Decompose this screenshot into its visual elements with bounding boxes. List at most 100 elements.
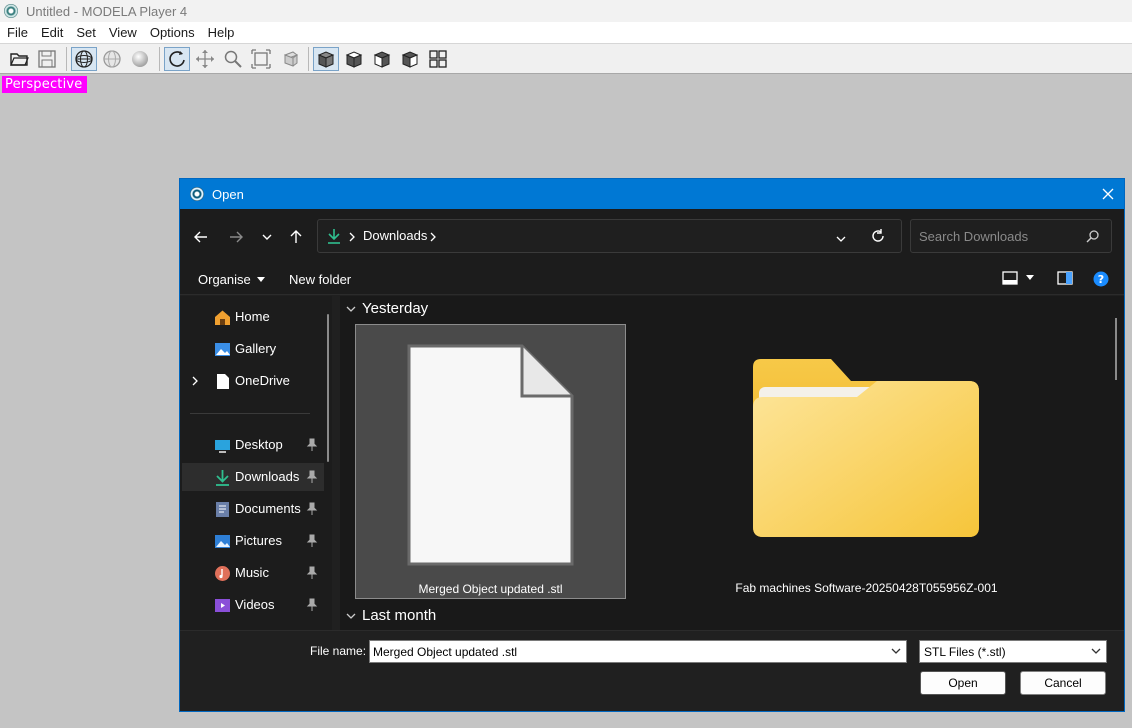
group-header-last-month[interactable]: Last month xyxy=(346,607,436,624)
nav-item-label: Desktop xyxy=(235,437,283,452)
cancel-button[interactable]: Cancel xyxy=(1020,671,1106,695)
organise-label: Organise xyxy=(198,272,251,287)
pin-icon[interactable] xyxy=(306,438,318,452)
menu-bar: File Edit Set View Options Help xyxy=(0,22,1132,43)
toolbar-separator xyxy=(159,46,160,71)
nav-item-desktop[interactable]: Desktop xyxy=(182,431,324,459)
file-list-pane: Yesterday Merged Object updated .stl Fab… xyxy=(340,296,1124,630)
dialog-title-bar: Open xyxy=(180,179,1124,209)
command-bar: Organise New folder ? xyxy=(180,267,1124,295)
menu-set[interactable]: Set xyxy=(69,25,102,40)
nav-divider xyxy=(190,413,310,414)
desktop-icon xyxy=(215,440,230,453)
nav-item-label: Documents xyxy=(235,501,301,516)
folder-name-label: Fab machines Software-20250428T055956Z-0… xyxy=(735,581,998,595)
nav-pane-scrollbar[interactable] xyxy=(327,314,329,462)
nav-item-onedrive[interactable]: OneDrive xyxy=(182,367,324,395)
svg-text:?: ? xyxy=(1098,273,1104,286)
menu-help[interactable]: Help xyxy=(201,25,241,40)
nav-item-label: Videos xyxy=(235,597,275,612)
pin-icon[interactable] xyxy=(306,598,318,612)
shaded-sphere-icon[interactable] xyxy=(127,47,153,71)
close-icon[interactable] xyxy=(1098,184,1118,204)
collapse-chevron-icon xyxy=(346,613,356,619)
pin-icon[interactable] xyxy=(306,470,318,484)
pin-icon[interactable] xyxy=(306,566,318,580)
nav-item-downloads[interactable]: Downloads xyxy=(182,463,324,491)
app-title-bar: Untitled - MODELA Player 4 xyxy=(0,0,1132,22)
file-item[interactable]: Merged Object updated .stl xyxy=(355,324,626,599)
file-name-combo[interactable] xyxy=(369,640,907,663)
nav-item-videos[interactable]: Videos xyxy=(182,591,324,619)
address-bar[interactable]: Downloads xyxy=(317,219,902,253)
address-dropdown-chevron-icon[interactable] xyxy=(836,231,846,246)
menu-options[interactable]: Options xyxy=(143,25,201,40)
music-icon xyxy=(215,566,230,581)
expand-chevron-icon[interactable] xyxy=(192,376,198,386)
breadcrumb-chevron-icon xyxy=(349,230,355,245)
file-type-value: STL Files (*.stl) xyxy=(924,645,1006,659)
pin-icon[interactable] xyxy=(306,502,318,516)
folder-item[interactable]: Fab machines Software-20250428T055956Z-0… xyxy=(731,324,1002,599)
group-header-yesterday[interactable]: Yesterday xyxy=(346,300,428,317)
recent-locations-chevron-icon[interactable] xyxy=(255,225,279,249)
iso-view-cube-icon[interactable] xyxy=(397,47,423,71)
preview-pane-icon[interactable] xyxy=(1057,271,1073,285)
top-view-cube-icon[interactable] xyxy=(341,47,367,71)
save-icon[interactable] xyxy=(34,47,60,71)
forward-arrow-icon[interactable] xyxy=(224,225,248,249)
help-icon[interactable]: ? xyxy=(1093,271,1109,287)
pan-icon[interactable] xyxy=(192,47,218,71)
up-arrow-icon[interactable] xyxy=(284,225,308,249)
dialog-footer: File name: STL Files (*.stl) Open Cancel xyxy=(180,630,1124,711)
refresh-icon[interactable] xyxy=(871,229,885,246)
nav-item-music[interactable]: Music xyxy=(182,559,324,587)
nav-item-pictures[interactable]: Pictures xyxy=(182,527,324,555)
nav-item-gallery[interactable]: Gallery xyxy=(182,335,324,363)
chevron-down-icon[interactable] xyxy=(891,647,901,655)
pictures-icon xyxy=(215,535,230,548)
nav-item-documents[interactable]: Documents xyxy=(182,495,324,523)
menu-file[interactable]: File xyxy=(0,25,34,40)
file-name-input[interactable] xyxy=(370,641,870,662)
nav-item-label: Music xyxy=(235,565,269,580)
menu-edit[interactable]: Edit xyxy=(34,25,69,40)
file-name-field-label: File name: xyxy=(310,644,367,658)
content-scrollbar[interactable] xyxy=(1115,318,1117,380)
rotate-icon[interactable] xyxy=(164,46,190,71)
download-icon xyxy=(216,470,229,486)
fit-view-icon[interactable] xyxy=(248,47,274,71)
zoom-box-icon[interactable] xyxy=(276,47,302,71)
navigation-row: Downloads xyxy=(180,209,1124,267)
documents-icon xyxy=(216,502,229,517)
chevron-down-icon xyxy=(1091,648,1101,654)
view-options-icon[interactable] xyxy=(1002,271,1034,285)
zoom-icon[interactable] xyxy=(220,47,246,71)
front-view-cube-icon[interactable] xyxy=(313,46,339,71)
toolbar-separator xyxy=(66,46,67,71)
app-title: Untitled - MODELA Player 4 xyxy=(26,3,188,19)
download-icon xyxy=(327,228,341,247)
file-type-select[interactable]: STL Files (*.stl) xyxy=(919,640,1107,663)
pin-icon[interactable] xyxy=(306,534,318,548)
new-folder-button[interactable]: New folder xyxy=(289,272,351,287)
videos-icon xyxy=(215,599,230,612)
side-view-cube-icon[interactable] xyxy=(369,47,395,71)
hidden-line-sphere-icon[interactable] xyxy=(99,47,125,71)
dialog-app-icon xyxy=(190,187,204,201)
gallery-icon xyxy=(215,343,230,356)
nav-item-home[interactable]: Home xyxy=(182,303,324,331)
organise-menu[interactable]: Organise xyxy=(198,272,265,287)
dialog-title: Open xyxy=(212,186,244,202)
nav-item-label: Home xyxy=(235,309,270,324)
open-button[interactable]: Open xyxy=(920,671,1006,695)
wireframe-sphere-icon[interactable] xyxy=(71,46,97,71)
menu-view[interactable]: View xyxy=(102,25,143,40)
back-arrow-icon[interactable] xyxy=(189,225,213,249)
search-icon[interactable] xyxy=(1086,230,1099,246)
search-input[interactable] xyxy=(919,227,1079,245)
breadcrumb-downloads[interactable]: Downloads xyxy=(363,228,427,243)
multi-view-icon[interactable] xyxy=(425,47,451,71)
search-box[interactable] xyxy=(910,219,1112,253)
open-folder-icon[interactable] xyxy=(6,47,32,71)
